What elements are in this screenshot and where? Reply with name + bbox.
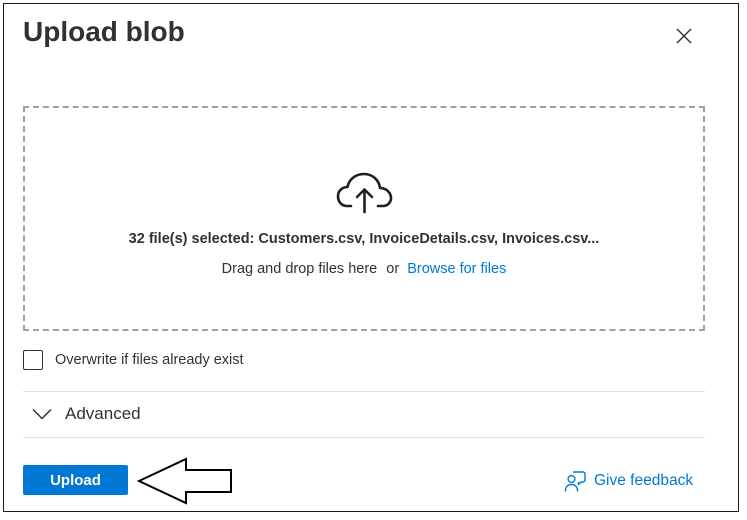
drag-drop-hint: Drag and drop files here or Browse for f… [25, 261, 703, 277]
overwrite-option[interactable]: Overwrite if files already exist [23, 350, 244, 370]
or-text: or [386, 261, 400, 277]
selected-files-text: 32 file(s) selected: Customers.csv, Invo… [128, 231, 600, 247]
drag-drop-text: Drag and drop files here [221, 261, 378, 277]
advanced-toggle[interactable]: Advanced [32, 404, 141, 424]
dialog-title: Upload blob [23, 16, 185, 47]
close-button[interactable] [668, 20, 700, 52]
divider-bottom [23, 437, 705, 438]
give-feedback-label: Give feedback [594, 472, 694, 489]
divider-top [23, 391, 705, 392]
feedback-person-icon [564, 471, 586, 492]
overwrite-label: Overwrite if files already exist [55, 352, 244, 368]
browse-files-link[interactable]: Browse for files [407, 261, 506, 277]
close-icon [676, 28, 692, 44]
file-dropzone[interactable]: 32 file(s) selected: Customers.csv, Invo… [23, 106, 705, 331]
cloud-upload-icon [336, 172, 393, 214]
advanced-label: Advanced [65, 404, 141, 423]
upload-blob-dialog: Upload blob 32 file(s) selected: Custome… [3, 3, 739, 512]
upload-button[interactable]: Upload [23, 465, 128, 495]
overwrite-checkbox[interactable] [23, 350, 43, 370]
give-feedback-link[interactable]: Give feedback [564, 470, 693, 492]
chevron-down-icon [32, 408, 52, 420]
arrow-left-icon [136, 457, 232, 505]
